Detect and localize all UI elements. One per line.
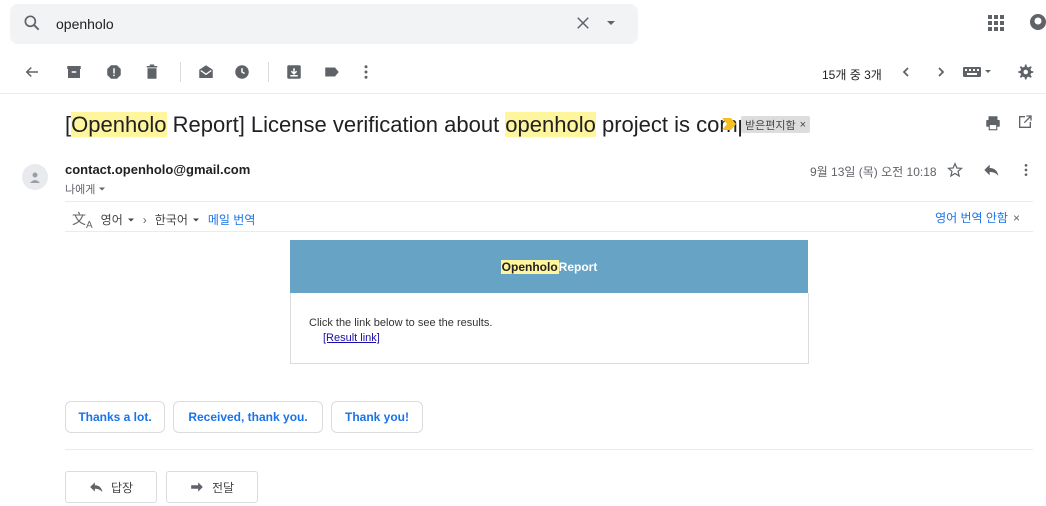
inbox-label-badge[interactable]: 받은편지함 ×	[741, 116, 811, 133]
turn-off-translation-label: 영어 번역 안함	[935, 211, 1008, 225]
report-spam-icon[interactable]	[104, 62, 124, 82]
close-icon[interactable]: ×	[1013, 211, 1020, 225]
card-header-highlight: Openholo	[500, 259, 559, 274]
print-icon[interactable]	[984, 114, 1002, 132]
source-language-select[interactable]: 영어	[101, 211, 135, 228]
label-icon[interactable]	[322, 62, 342, 82]
reply-button[interactable]: 답장	[65, 471, 157, 503]
delete-icon[interactable]	[142, 62, 162, 82]
settings-gear-icon[interactable]	[1016, 63, 1034, 81]
recipient-label: 나에게	[65, 184, 96, 196]
toolbar-divider	[180, 62, 181, 82]
email-body-text: Click the link below to see the results.	[309, 317, 493, 329]
reply-arrow-icon[interactable]	[983, 163, 999, 177]
apps-grid-icon[interactable]	[987, 14, 1005, 32]
star-icon[interactable]	[947, 162, 963, 178]
reply-divider	[65, 449, 1033, 450]
smart-reply-button[interactable]: Received, thank you.	[173, 401, 323, 433]
subject-highlight: Openholo	[71, 112, 167, 137]
sender-email[interactable]: contact.openholo@gmail.com	[65, 162, 250, 177]
search-input[interactable]: openholo	[56, 16, 114, 32]
archive-icon[interactable]	[64, 62, 84, 82]
subject-part: Report] License verification about	[166, 112, 506, 137]
email-card-header: Openholo Report	[290, 240, 808, 293]
recipient-chevron-down-icon[interactable]	[98, 185, 106, 193]
target-language-chevron-icon	[192, 218, 199, 222]
recipient-toggle[interactable]: 나에게	[65, 181, 106, 197]
arrow-right-icon: ›	[142, 212, 147, 227]
result-link[interactable]: [Result link]	[323, 332, 380, 344]
email-date: 9월 13일 (목) 오전 10:18	[810, 165, 937, 179]
move-to-icon[interactable]	[284, 62, 304, 82]
email-subject: [Openholo Report] License verification a…	[65, 112, 785, 138]
remove-label-icon[interactable]: ×	[800, 119, 806, 131]
translate-message-link[interactable]: 메일 번역	[208, 211, 256, 228]
open-new-window-icon[interactable]	[1017, 114, 1033, 130]
toolbar-divider	[268, 62, 269, 82]
more-actions-icon[interactable]	[1018, 162, 1034, 178]
older-chevron-icon[interactable]	[935, 66, 947, 78]
target-language-select[interactable]: 한국어	[155, 211, 200, 228]
subject-highlight: openholo	[505, 112, 596, 137]
reply-label: 답장	[110, 480, 134, 495]
page-count: 15개 중 3개	[822, 68, 882, 82]
notifications-icon[interactable]	[1028, 12, 1046, 32]
translation-top-divider	[65, 201, 1033, 202]
search-options-icon[interactable]	[606, 18, 616, 28]
forward-button[interactable]: 전달	[166, 471, 258, 503]
smart-reply-button[interactable]: Thank you!	[331, 401, 423, 433]
card-header-text: Report	[558, 259, 598, 274]
search-icon[interactable]	[22, 13, 42, 33]
clear-search-icon[interactable]	[574, 14, 592, 32]
more-options-icon[interactable]	[356, 62, 376, 82]
mark-unread-icon[interactable]	[196, 62, 216, 82]
smart-reply-button[interactable]: Thanks a lot.	[65, 401, 165, 433]
source-language-label: 영어	[100, 213, 123, 228]
forward-icon	[191, 482, 203, 492]
turn-off-translation[interactable]: 영어 번역 안함 ×	[935, 209, 1020, 226]
toolbar-divider-line	[0, 93, 1046, 94]
translation-bar: 文A 영어 › 한국어 메일 번역	[72, 209, 255, 231]
forward-label: 전달	[211, 480, 235, 495]
source-language-chevron-icon	[127, 218, 134, 222]
sender-avatar[interactable]	[22, 164, 48, 190]
inbox-label-text: 받은편지함	[745, 119, 796, 132]
translate-icon: 文A	[72, 211, 93, 231]
reply-icon	[90, 482, 103, 493]
importance-marker-icon[interactable]	[722, 118, 736, 130]
snooze-clock-icon[interactable]	[232, 62, 252, 82]
translation-bottom-divider	[65, 231, 1033, 232]
back-arrow-icon[interactable]	[22, 62, 42, 82]
newer-chevron-icon[interactable]	[900, 66, 912, 78]
target-language-label: 한국어	[154, 213, 188, 228]
keyboard-icon[interactable]	[963, 65, 993, 79]
